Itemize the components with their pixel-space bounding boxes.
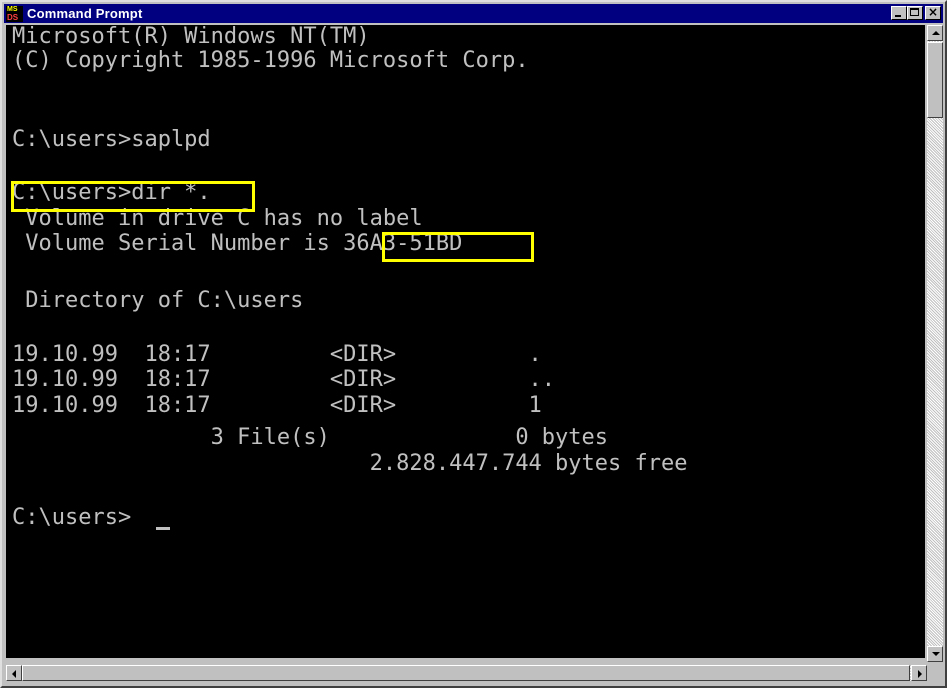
icon-text-bottom: DS xyxy=(7,12,19,22)
console-line: 19.10.99 18:17 <DIR> 1 xyxy=(12,393,542,418)
console-line-prompt: C:\users> xyxy=(12,505,132,530)
console-line: Directory of C:\users xyxy=(12,288,304,313)
ms-dos-icon[interactable]: MS DS xyxy=(6,5,23,22)
scroll-down-button[interactable] xyxy=(927,646,943,662)
scrollbar-corner xyxy=(927,665,943,681)
chevron-down-icon xyxy=(932,652,940,656)
chevron-up-icon xyxy=(932,31,940,35)
title-bar[interactable]: MS DS Command Prompt × xyxy=(4,4,943,23)
horizontal-scroll-thumb[interactable] xyxy=(22,665,910,681)
console-line: 3 File(s) 0 bytes xyxy=(12,425,609,450)
close-button[interactable]: × xyxy=(925,5,941,20)
chevron-right-icon xyxy=(918,670,922,678)
console-line: 19.10.99 18:17 <DIR> . xyxy=(12,342,542,367)
chevron-left-icon xyxy=(12,670,16,678)
console-line: C:\users>saplpd xyxy=(12,127,211,152)
scroll-up-button[interactable] xyxy=(927,25,943,41)
minimize-button[interactable] xyxy=(891,6,907,20)
console-line: 19.10.99 18:17 <DIR> .. xyxy=(12,367,556,392)
minimize-icon xyxy=(895,15,901,17)
serial-number-highlight xyxy=(382,232,534,262)
maximize-icon xyxy=(910,8,919,16)
command-prompt-window: MS DS Command Prompt × Microsoft(R) Wind… xyxy=(0,0,947,688)
maximize-button[interactable] xyxy=(907,6,923,20)
console-line: (C) Copyright 1985-1996 Microsoft Corp. xyxy=(12,48,529,73)
vertical-scroll-thumb[interactable] xyxy=(927,42,943,118)
text-cursor xyxy=(156,527,170,530)
scroll-left-button[interactable] xyxy=(6,665,22,681)
console-line: Microsoft(R) Windows NT(TM) xyxy=(12,25,370,49)
horizontal-scrollbar[interactable] xyxy=(6,665,927,681)
console-output[interactable]: Microsoft(R) Windows NT(TM) (C) Copyrigh… xyxy=(6,25,925,658)
window-controls: × xyxy=(891,5,941,20)
close-icon: × xyxy=(927,5,939,19)
scroll-right-button[interactable] xyxy=(911,665,927,681)
vertical-scrollbar[interactable] xyxy=(927,25,943,662)
window-title: Command Prompt xyxy=(27,6,143,21)
console-line: 2.828.447.744 bytes free xyxy=(12,451,688,476)
dir-command-highlight xyxy=(11,181,255,212)
